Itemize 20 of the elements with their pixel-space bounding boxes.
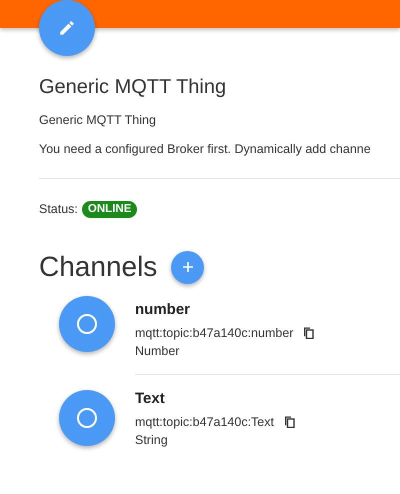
channel-uid: mqtt:topic:b47a140c:number [135, 324, 294, 342]
circle-icon [76, 407, 98, 430]
thing-label: Generic MQTT Thing [39, 112, 157, 129]
thing-description: You need a configured Broker first. Dynamically add channe [39, 140, 372, 158]
copy-icon[interactable] [284, 416, 295, 428]
copy-icon[interactable] [303, 326, 314, 339]
edit-button[interactable] [39, 0, 95, 56]
channel-name: number [135, 300, 192, 320]
status-badge: ONLINE [82, 200, 138, 218]
status-label: Status: [39, 201, 78, 218]
channel-name: Text [135, 389, 166, 410]
channel-uid: mqtt:topic:b47a140c:Text [135, 414, 274, 430]
plus-icon [182, 261, 194, 274]
thing-title: Generic MQTT Thing [39, 75, 228, 100]
circle-icon [76, 313, 98, 336]
channel-type: String [135, 432, 169, 450]
add-channel-button[interactable] [171, 250, 204, 284]
channels-heading: Channels [39, 250, 158, 284]
channel-type: Number [135, 343, 180, 360]
edit-icon [58, 19, 76, 37]
